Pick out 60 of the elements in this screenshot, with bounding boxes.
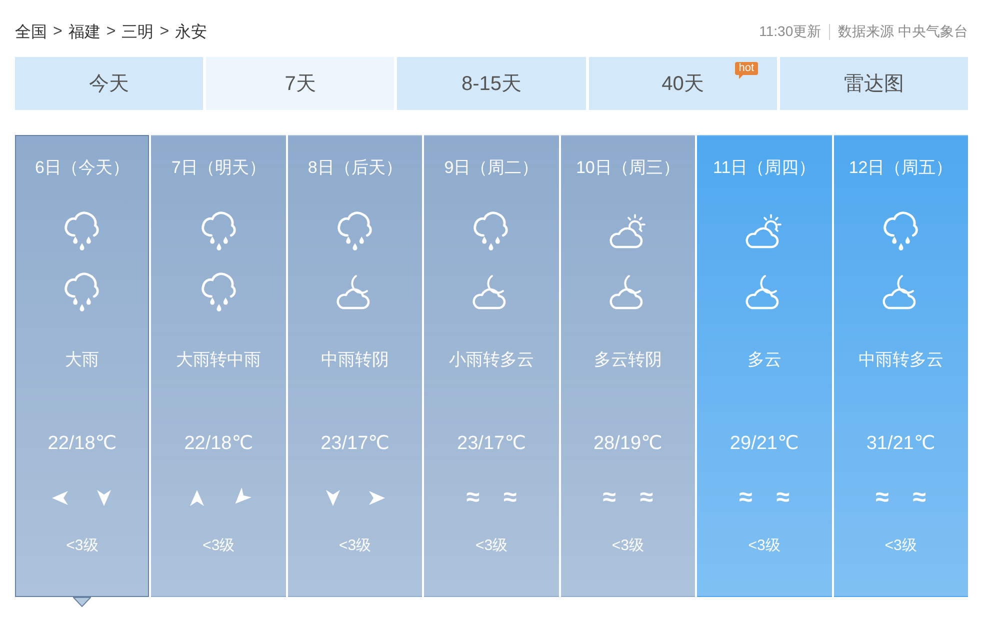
calm-wind-icon: ≈ bbox=[503, 487, 517, 509]
breadcrumb-link[interactable]: 福建 bbox=[68, 22, 100, 42]
weather-text: 小雨转多云 bbox=[448, 349, 534, 371]
tab[interactable]: 40天 hot bbox=[588, 57, 777, 110]
data-source: 数据来源 中央气象台 bbox=[838, 23, 968, 41]
tab[interactable]: 雷达图 bbox=[780, 57, 968, 110]
rain-cloud-icon bbox=[336, 210, 374, 252]
breadcrumb-separator: > bbox=[160, 23, 170, 41]
wind-arrow-icon bbox=[367, 488, 388, 508]
day-date: 12日（周五） bbox=[848, 157, 953, 179]
breadcrumb-link[interactable]: 三明 bbox=[122, 22, 154, 42]
day-date: 11日（周四） bbox=[713, 157, 816, 179]
wind-level-text: <3级 bbox=[884, 536, 917, 556]
rain-cloud-icon bbox=[472, 210, 510, 252]
wind-level-text: <3级 bbox=[66, 536, 98, 556]
tab[interactable]: 今天 bbox=[15, 57, 204, 110]
calm-wind-icon: ≈ bbox=[876, 487, 889, 509]
breadcrumb-link[interactable]: 永安 bbox=[175, 22, 208, 42]
calm-wind-icon: ≈ bbox=[739, 487, 752, 509]
calm-wind-icon: ≈ bbox=[776, 487, 790, 509]
day-date: 8日（后天） bbox=[308, 157, 402, 179]
rain-cloud-icon bbox=[200, 271, 238, 313]
update-time: 11:30更新 bbox=[759, 23, 822, 41]
day-date: 6日（今天） bbox=[34, 157, 130, 179]
day-date: 9日（周二） bbox=[444, 157, 539, 179]
rain-cloud-icon bbox=[63, 210, 102, 252]
wind-level-text: <3级 bbox=[748, 536, 780, 556]
rain-cloud-icon bbox=[63, 271, 102, 313]
calm-wind-icon: ≈ bbox=[640, 487, 654, 509]
weather-text: 大雨转中雨 bbox=[176, 349, 262, 371]
rain-cloud-icon bbox=[882, 210, 920, 252]
weather-text: 中雨转多云 bbox=[858, 349, 944, 371]
wind-arrow-icon bbox=[50, 488, 70, 508]
calm-wind-icon: ≈ bbox=[912, 487, 926, 509]
temperature-text: 31/21℃ bbox=[866, 432, 936, 456]
wind-level-text: <3级 bbox=[202, 536, 235, 556]
weather-text: 中雨转阴 bbox=[321, 349, 390, 371]
weather-text: 多云 bbox=[747, 349, 782, 371]
day-date: 7日（明天） bbox=[171, 157, 266, 179]
temperature-text: 22/18℃ bbox=[184, 432, 254, 456]
wind-level-text: <3级 bbox=[612, 536, 644, 556]
temperature-text: 28/19℃ bbox=[593, 432, 662, 456]
temperature-text: 23/17℃ bbox=[457, 432, 526, 456]
weather-text: 多云转阴 bbox=[594, 349, 662, 371]
rain-cloud-icon bbox=[200, 210, 238, 252]
calm-wind-icon: ≈ bbox=[602, 487, 616, 509]
breadcrumb-link[interactable]: 全国 bbox=[15, 22, 47, 42]
breadcrumb-separator: > bbox=[53, 23, 62, 41]
tab[interactable]: 7天 bbox=[206, 57, 394, 110]
wind-level-text: <3级 bbox=[339, 536, 372, 556]
temperature-text: 22/18℃ bbox=[48, 432, 117, 456]
day-date: 10日（周三） bbox=[576, 157, 680, 179]
tab[interactable]: 8-15天 bbox=[397, 57, 586, 110]
weather-text: 大雨 bbox=[65, 349, 100, 371]
wind-level-text: <3级 bbox=[475, 536, 508, 556]
breadcrumb-separator: > bbox=[106, 23, 116, 41]
temperature-text: 23/17℃ bbox=[320, 432, 390, 456]
pointer-icon bbox=[73, 597, 92, 607]
calm-wind-icon: ≈ bbox=[466, 487, 480, 509]
temperature-text: 29/21℃ bbox=[730, 432, 799, 456]
